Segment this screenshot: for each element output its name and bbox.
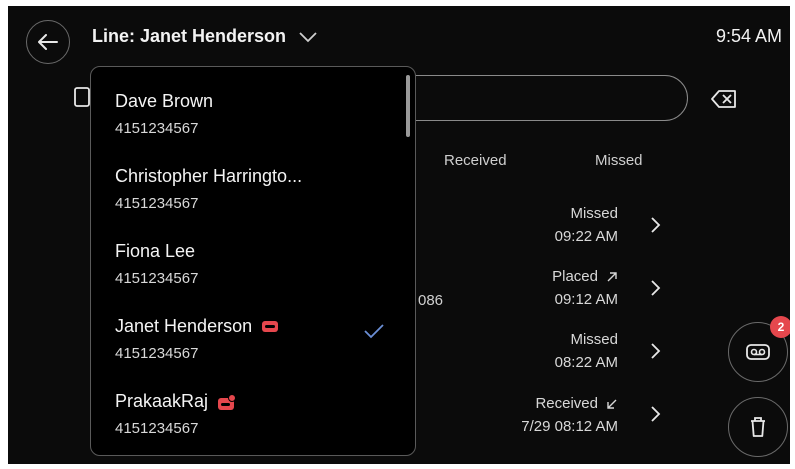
- chevron-right-icon[interactable]: [650, 342, 662, 360]
- chevron-right-icon[interactable]: [650, 216, 662, 234]
- line-dropdown[interactable]: Dave Brown 4151234567 Christopher Harrin…: [90, 66, 416, 456]
- keypad-icon[interactable]: [74, 87, 90, 107]
- line-option[interactable]: Christopher Harringto... 4151234567: [115, 166, 395, 212]
- line-option-number: 4151234567: [115, 345, 199, 362]
- chevron-right-icon[interactable]: [650, 405, 662, 423]
- line-option-selected[interactable]: Janet Henderson 4151234567: [115, 316, 395, 362]
- line-selector[interactable]: Line: Janet Henderson: [92, 26, 318, 47]
- voicemail-indicator-icon: [262, 321, 279, 332]
- phone-screen: Line: Janet Henderson 9:54 AM Received M…: [8, 6, 790, 464]
- line-option-name: Fiona Lee: [115, 241, 196, 261]
- call-time: 09:22 AM: [554, 228, 618, 245]
- checkmark-icon: [364, 324, 384, 339]
- call-status: Missed: [570, 331, 618, 348]
- call-row[interactable]: Missed 08:22 AM: [555, 331, 618, 371]
- arrow-up-right-icon: [607, 271, 617, 281]
- voicemail-count-badge: 2: [770, 316, 790, 338]
- clock: 9:54 AM: [715, 26, 782, 46]
- arrow-left-icon: [38, 34, 58, 50]
- line-title: Line: Janet Henderson: [92, 26, 287, 46]
- line-option-name: Janet Henderson: [115, 316, 253, 336]
- call-time: 7/29 08:12 AM: [521, 418, 618, 435]
- delete-button[interactable]: [728, 397, 788, 457]
- dropdown-scrollbar[interactable]: [406, 75, 410, 137]
- call-row[interactable]: Placed 09:12 AM: [552, 268, 618, 308]
- line-option-number: 4151234567: [115, 270, 199, 287]
- tab-received[interactable]: Received: [444, 152, 507, 169]
- trash-icon: [751, 417, 765, 437]
- call-row[interactable]: Missed 09:22 AM: [555, 205, 618, 245]
- voicemail-icon: [746, 344, 770, 360]
- line-option-number: 4151234567: [115, 420, 199, 437]
- line-option[interactable]: Fiona Lee 4151234567: [115, 241, 395, 287]
- line-option-name: PrakaakRaj: [115, 391, 209, 411]
- call-row[interactable]: Received 7/29 08:12 AM: [521, 395, 618, 435]
- line-option-number: 4151234567: [115, 120, 199, 137]
- line-option[interactable]: PrakaakRaj 4151234567: [115, 391, 395, 437]
- chevron-down-icon: [299, 31, 317, 42]
- call-status: Received: [535, 395, 598, 412]
- line-option-name: Dave Brown: [115, 91, 214, 111]
- call-time: 08:22 AM: [554, 354, 618, 371]
- line-option[interactable]: Dave Brown 4151234567: [115, 91, 395, 137]
- line-option-number: 4151234567: [115, 195, 199, 212]
- back-button[interactable]: [26, 20, 70, 64]
- arrow-down-left-icon: [607, 399, 617, 409]
- tab-missed[interactable]: Missed: [595, 152, 643, 169]
- chevron-right-icon[interactable]: [650, 279, 662, 297]
- call-time: 09:12 AM: [554, 291, 618, 308]
- call-status: Missed: [570, 205, 618, 222]
- call-status: Placed: [552, 268, 598, 285]
- voicemail-indicator-icon: [218, 393, 237, 410]
- line-option-name: Christopher Harringto...: [115, 166, 303, 186]
- backspace-icon[interactable]: [711, 90, 737, 108]
- partial-call-number: 086: [418, 292, 444, 309]
